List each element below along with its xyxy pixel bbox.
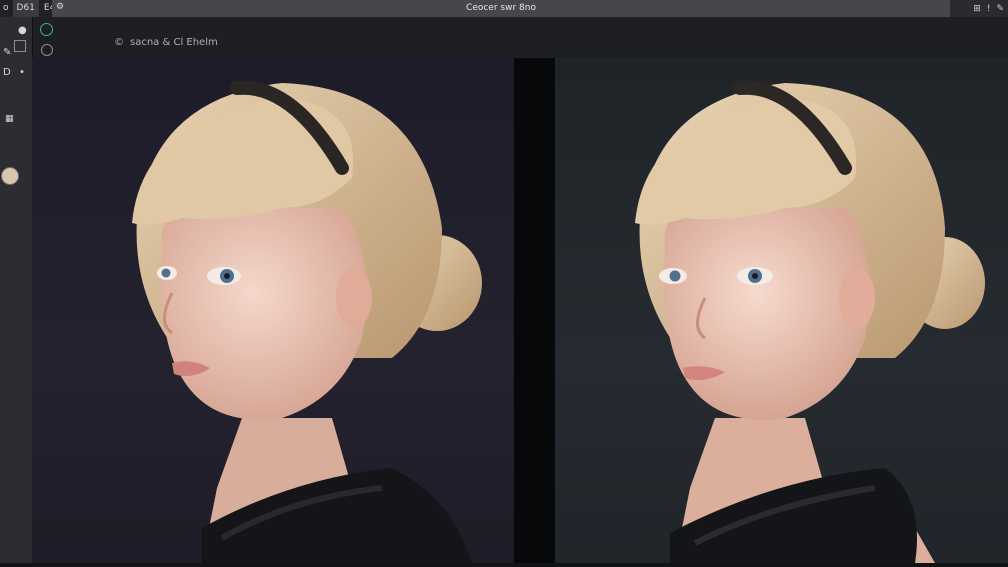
dot-tool-icon[interactable]: •: [19, 67, 25, 78]
canvas-left[interactable]: [32, 58, 514, 563]
canvas-divider: [514, 58, 555, 563]
square-tool-icon[interactable]: [14, 40, 26, 52]
status-strip: [0, 563, 1008, 567]
info-icon[interactable]: !: [987, 4, 991, 14]
type-tool-icon[interactable]: D: [3, 67, 11, 78]
portrait-right-image: [635, 80, 985, 563]
grid-tool-icon[interactable]: ▦: [5, 114, 14, 124]
window-title: Ceocer swr 8no: [466, 3, 536, 13]
brush-tool-icon[interactable]: ✎: [3, 47, 11, 58]
title-strip: ⚙ Ceocer swr 8no: [52, 0, 950, 17]
top-right-controls: ⊞ ! ✎: [950, 0, 1008, 17]
color-swatch[interactable]: [1, 167, 19, 185]
document-label-text: sacna & Cl Ehelm: [130, 37, 218, 48]
circle-accent-icon[interactable]: [40, 23, 53, 36]
grid-icon[interactable]: ⊞: [973, 4, 981, 14]
drop-icon[interactable]: [41, 44, 53, 56]
title-bar: o D61 E43 ⚙ Ceocer swr 8no ⊞ ! ✎: [0, 0, 1008, 17]
pen-icon[interactable]: ✎: [996, 4, 1004, 14]
canvas-right[interactable]: [555, 58, 1008, 563]
options-bar: © sacna & Cl Ehelm: [32, 17, 1008, 58]
fill-tool-icon[interactable]: ●: [18, 25, 27, 36]
left-toolbar: ✎ ● D • ▦: [0, 17, 33, 567]
top-tab-0[interactable]: o: [0, 0, 13, 17]
document-label: © sacna & Cl Ehelm: [114, 37, 218, 48]
copyright-icon: ©: [114, 37, 124, 48]
portrait-left-image: [132, 80, 482, 563]
top-tab-1[interactable]: D61: [12, 0, 40, 17]
